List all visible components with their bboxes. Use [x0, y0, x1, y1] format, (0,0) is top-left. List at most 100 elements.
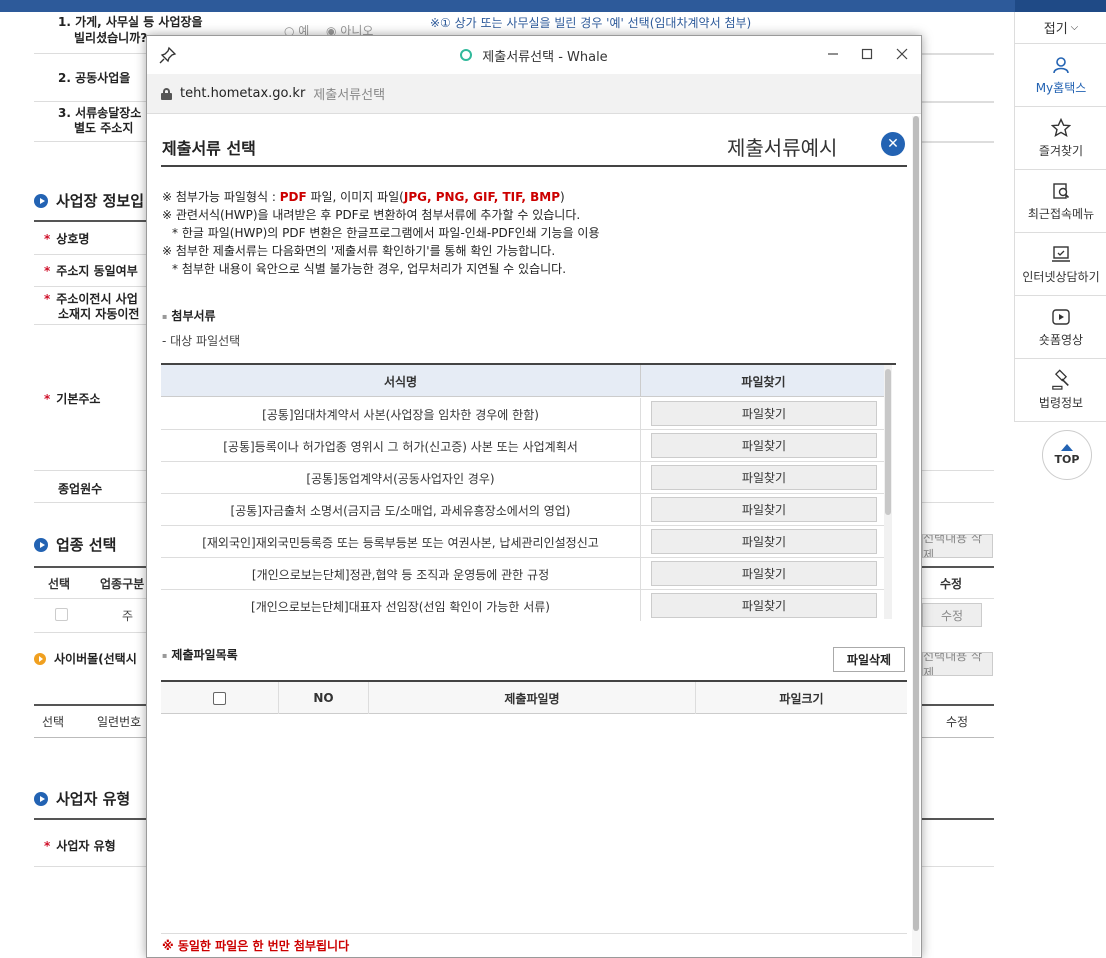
sidebar-item-my-hometax[interactable]: My홈택스	[1015, 45, 1106, 107]
lock-icon	[161, 87, 172, 100]
attach-section-title: 첨부서류	[162, 307, 215, 324]
divider	[922, 470, 994, 471]
sidebar-item-consult[interactable]: 인터넷상담하기	[1015, 234, 1106, 296]
attach-table: 서식명 파일찾기 [공통]임대차계약서 사본(사업장을 임차한 경우에 한함) …	[161, 363, 896, 621]
file-find-button[interactable]: 파일찾기	[651, 561, 877, 586]
section-cyber-mall: 사이버몰(선택시	[34, 650, 137, 667]
industry-col-select: 선택	[48, 577, 71, 591]
divider	[34, 254, 146, 255]
divider	[34, 220, 146, 222]
divider	[34, 598, 146, 599]
label-business-type: * 사업자 유형	[44, 839, 116, 853]
arrow-up-icon	[1061, 444, 1073, 451]
industry-col-type: 업종구분	[100, 577, 145, 591]
cyber-delete-button[interactable]: 선택내용 삭제	[922, 652, 993, 676]
label-address-same: * 주소지 동일여부	[44, 264, 138, 278]
popup-scrollbar[interactable]	[912, 116, 920, 956]
files-col-checkbox	[161, 682, 279, 714]
sidebar-item-favorites[interactable]: 즐겨찾기	[1015, 108, 1106, 170]
table-row: [공통]임대차계약서 사본(사업장을 임차한 경우에 한함) 파일찾기	[161, 398, 886, 430]
table-row: [재외국인]재외국민등록증 또는 등록부등본 또는 여권사본, 납세관리인설정신…	[161, 526, 886, 558]
attach-row-name: [공통]임대차계약서 사본(사업장을 임차한 경우에 한함)	[161, 398, 641, 430]
table-row: [공통]등록이나 허가업종 영위시 그 허가(신고증) 사본 또는 사업계획서 …	[161, 430, 886, 462]
attach-row-name: [개인으로보는단체]대표자 선임장(선임 확인이 가능한 서류)	[161, 590, 641, 621]
file-find-button[interactable]: 파일찾기	[651, 433, 877, 458]
section-biztype-title: 사업자 유형	[56, 790, 131, 808]
popup-page-title: 제출서류 선택	[162, 139, 256, 158]
divider	[922, 142, 994, 143]
document-example-link[interactable]: 제출서류예시	[727, 132, 837, 161]
table-row: [개인으로보는단체]대표자 선임장(선임 확인이 가능한 서류) 파일찾기	[161, 590, 886, 621]
address-host: teht.hometax.go.kr	[180, 86, 306, 101]
attach-table-scrollbar[interactable]	[884, 365, 892, 619]
question-3-line1: 3. 서류송달장소	[58, 106, 142, 120]
industry-delete-button[interactable]: 선택내용 삭제	[922, 534, 993, 558]
sidebar-item-label: 즐겨찾기	[1038, 144, 1084, 158]
gavel-icon	[1051, 369, 1071, 390]
industry-edit-button[interactable]: 수정	[922, 603, 982, 627]
notice-line-1: ※ 첨부가능 파일형식 : PDF 파일, 이미지 파일(JPG, PNG, G…	[162, 190, 565, 204]
popup-title-group: 제출서류선택 - Whale	[147, 36, 921, 74]
files-section-title: 제출파일목록	[162, 646, 237, 663]
table-row: [공통]동업계약서(공동사업자인 경우) 파일찾기	[161, 462, 886, 494]
attach-row-name: [재외국인]재외국민등록증 또는 등록부등본 또는 여권사본, 납세관리인설정신…	[161, 526, 641, 558]
address-bar[interactable]: teht.hometax.go.kr 제출서류선택	[147, 74, 921, 114]
sidebar-fold-button[interactable]: 접기 ⌵	[1015, 12, 1106, 44]
sidebar-fold-label: 접기	[1043, 22, 1068, 37]
question-1-line2: 빌리셨습니까?	[74, 31, 148, 45]
notice-line-5: * 첨부한 내용이 육안으로 식별 불가능한 경우, 업무처리가 지연될 수 있…	[172, 262, 567, 276]
minimize-icon[interactable]	[823, 44, 843, 64]
close-window-icon[interactable]	[892, 44, 912, 64]
section-business-title: 사업장 정보입	[56, 192, 145, 210]
file-find-button[interactable]: 파일찾기	[651, 529, 877, 554]
section-industry: 업종 선택	[34, 534, 116, 555]
title-divider	[161, 165, 907, 167]
file-find-button[interactable]: 파일찾기	[651, 497, 877, 522]
question-1-line1: 1. 가게, 사무실 등 사업장을	[58, 15, 203, 29]
section-biz-type: 사업자 유형	[34, 788, 130, 809]
files-col-no: NO	[279, 682, 369, 714]
scroll-top-button[interactable]: TOP	[1042, 430, 1092, 480]
industry-row-type: 주	[122, 609, 134, 623]
file-find-button[interactable]: 파일찾기	[651, 401, 877, 426]
attach-row-name: [공통]자금출처 소명서(금지금 도/소매업, 과세유흥장소에서의 영업)	[161, 494, 641, 526]
attach-section-desc: - 대상 파일선택	[162, 334, 241, 348]
popup-titlebar[interactable]: 제출서류선택 - Whale	[147, 36, 921, 74]
whale-browser-icon	[460, 49, 473, 61]
divider	[34, 324, 146, 325]
pin-icon[interactable]	[159, 46, 177, 64]
divider	[34, 502, 146, 503]
quick-sidebar: 접기 ⌵ My홈택스 즐겨찾기 최근접속메뉴 인터넷상담하기 숏폼영상 법령정보	[1014, 12, 1106, 422]
file-find-button[interactable]: 파일찾기	[651, 593, 877, 618]
top-header-band-right	[1015, 0, 1106, 12]
files-col-size: 파일크기	[779, 691, 824, 706]
attach-row-name: [개인으로보는단체]정관,협약 등 조직과 운영등에 관한 규정	[161, 558, 641, 590]
bottom-divider	[161, 933, 907, 934]
duplicate-file-note: ※ 동일한 파일은 한 번만 첨부됩니다	[162, 939, 350, 953]
divider	[34, 866, 146, 867]
sidebar-item-label: 숏폼영상	[1038, 333, 1084, 347]
scrollbar-thumb[interactable]	[885, 369, 891, 515]
section-business-info: 사업장 정보입	[34, 190, 144, 211]
file-delete-button[interactable]: 파일삭제	[833, 647, 905, 672]
divider	[34, 704, 146, 706]
divider	[922, 54, 994, 55]
table-row: [개인으로보는단체]정관,협약 등 조직과 운영등에 관한 규정 파일찾기	[161, 558, 886, 590]
notice-line-2: ※ 관련서식(HWP)을 내려받은 후 PDF로 변환하여 첨부서류에 추가할 …	[162, 208, 581, 222]
files-table-header: NO 제출파일명 파일크기	[161, 680, 907, 714]
scrollbar-thumb[interactable]	[913, 116, 919, 931]
label-company-name: * 상호명	[44, 232, 90, 246]
sidebar-item-recent[interactable]: 최근접속메뉴	[1015, 171, 1106, 233]
industry-row-checkbox[interactable]	[55, 608, 68, 621]
close-icon[interactable]: ✕	[881, 132, 905, 156]
divider	[34, 470, 146, 471]
sidebar-item-shortform[interactable]: 숏폼영상	[1015, 297, 1106, 359]
sidebar-item-law[interactable]: 법령정보	[1015, 360, 1106, 422]
select-all-checkbox[interactable]	[213, 691, 226, 705]
divider	[922, 566, 994, 568]
notice-line-4: ※ 첨부한 제출서류는 다음화면의 '제출서류 확인하기'를 통해 확인 가능합…	[162, 244, 556, 258]
file-find-button[interactable]: 파일찾기	[651, 465, 877, 490]
chevron-down-icon: ⌵	[1070, 22, 1079, 33]
section-bullet-icon	[34, 791, 48, 806]
maximize-icon[interactable]	[857, 44, 877, 64]
